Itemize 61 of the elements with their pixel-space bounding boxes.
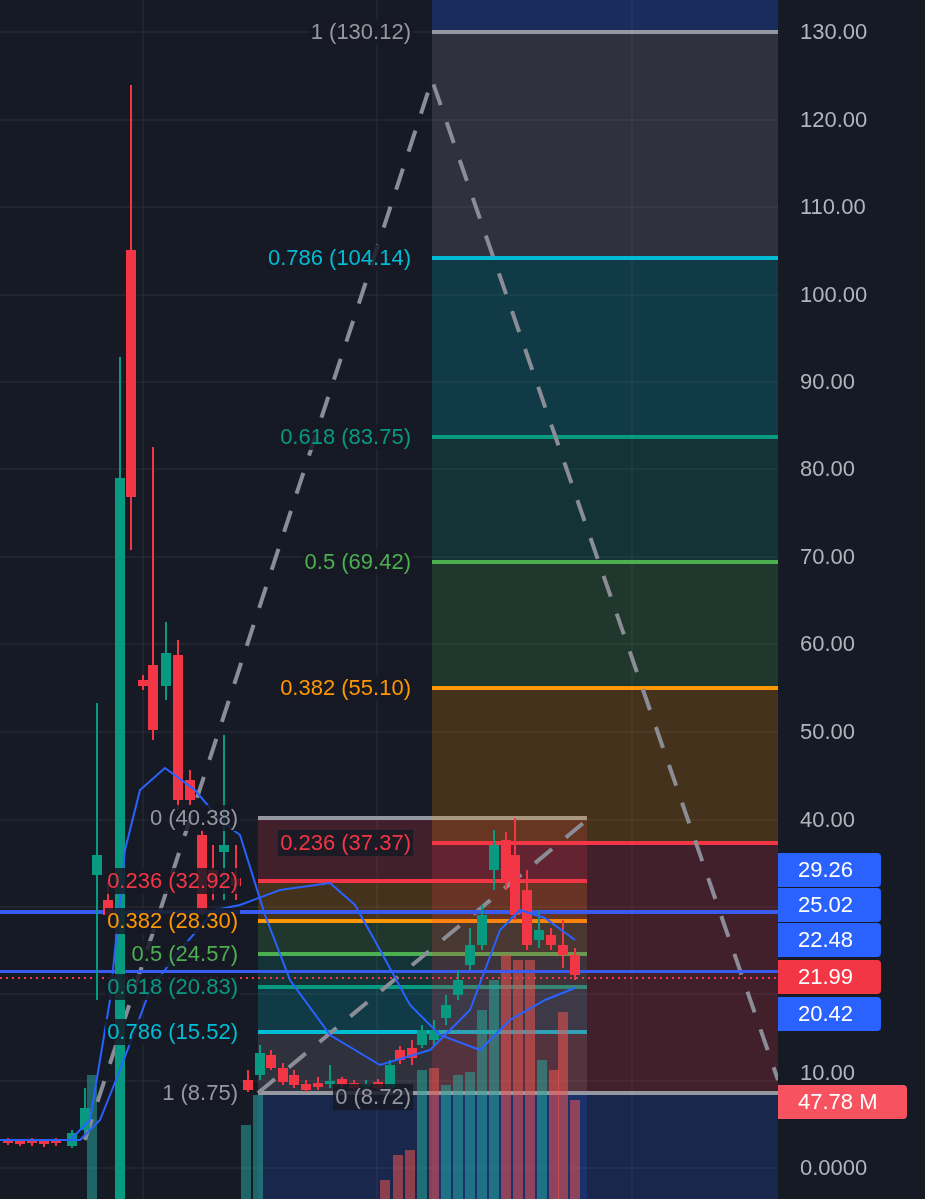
price-tag: 29.26: [778, 853, 881, 887]
price-axis-label: 10.00: [800, 1060, 856, 1086]
price-axis-label: 70.00: [800, 544, 856, 570]
fib-level-label: 0.382 (55.10): [278, 675, 413, 701]
candle: [15, 1138, 25, 1147]
candle: [80, 1087, 90, 1136]
price-tag: 21.99: [778, 960, 881, 994]
price-tag: 20.42: [778, 997, 881, 1031]
fib-level-label: 0.618 (20.83): [105, 974, 240, 1000]
fib-level-label: 0.5 (24.57): [129, 941, 240, 967]
fib-level-label: 0 (40.38): [147, 805, 240, 831]
volume-tag: 47.78 M: [778, 1085, 907, 1119]
price-axis-label: 110.00: [800, 194, 866, 220]
price-axis-label: 90.00: [800, 369, 856, 395]
candle: [27, 1137, 37, 1147]
candle: [301, 1079, 311, 1093]
price-axis-label: 60.00: [800, 631, 856, 657]
candle: [534, 909, 544, 949]
candle: [465, 927, 475, 971]
candle: [429, 1019, 439, 1046]
candle: [67, 1129, 77, 1149]
volume-bar: [393, 1155, 403, 1199]
candle: [477, 904, 487, 951]
candle: [325, 1064, 335, 1089]
candle: [51, 1137, 61, 1147]
price-tag: 22.48: [778, 923, 881, 957]
candle: [441, 994, 451, 1026]
volume-bar: [405, 1150, 415, 1199]
candle: [570, 947, 580, 981]
price-axis-label: 50.00: [800, 719, 856, 745]
price-tag: 25.02: [778, 888, 881, 922]
price-axis-label: 100.00: [800, 282, 868, 308]
candle: [407, 1039, 417, 1066]
candle: [558, 919, 568, 969]
fib-level-label: 0.236 (37.37): [278, 830, 413, 856]
price-axis-label: 40.00: [800, 807, 856, 833]
fib-level-label: 0.382 (28.30): [105, 908, 240, 934]
price-axis-label: 120.00: [800, 107, 868, 133]
candle: [546, 927, 556, 951]
candle: [489, 829, 499, 891]
candle: [278, 1062, 288, 1086]
price-axis-label: 80.00: [800, 456, 856, 482]
candle: [313, 1076, 323, 1091]
fib-level-label: 0.786 (104.14): [265, 245, 413, 271]
fib-level-label: 0.786 (15.52): [105, 1019, 240, 1045]
fib-level-label: 0 (8.72): [333, 1084, 413, 1110]
price-axis-label: 0.0000: [800, 1155, 868, 1181]
candle: [39, 1138, 49, 1148]
price-axis-label: 130.00: [800, 19, 868, 45]
fib-level-label: 1 (8.75): [160, 1080, 240, 1106]
candle: [289, 1069, 299, 1089]
candle: [417, 1024, 427, 1049]
candle: [243, 1069, 253, 1093]
candle: [453, 969, 463, 1001]
volume-bar: [380, 1180, 390, 1199]
fib-level-label: 0.236 (32.92): [105, 868, 240, 894]
candle: [185, 769, 195, 806]
candle: [3, 1137, 13, 1146]
fib-level-label: 0.618 (83.75): [278, 424, 413, 450]
fib-level-label: 1 (130.12): [308, 19, 413, 45]
fib-level-label: 0.5 (69.42): [302, 549, 413, 575]
